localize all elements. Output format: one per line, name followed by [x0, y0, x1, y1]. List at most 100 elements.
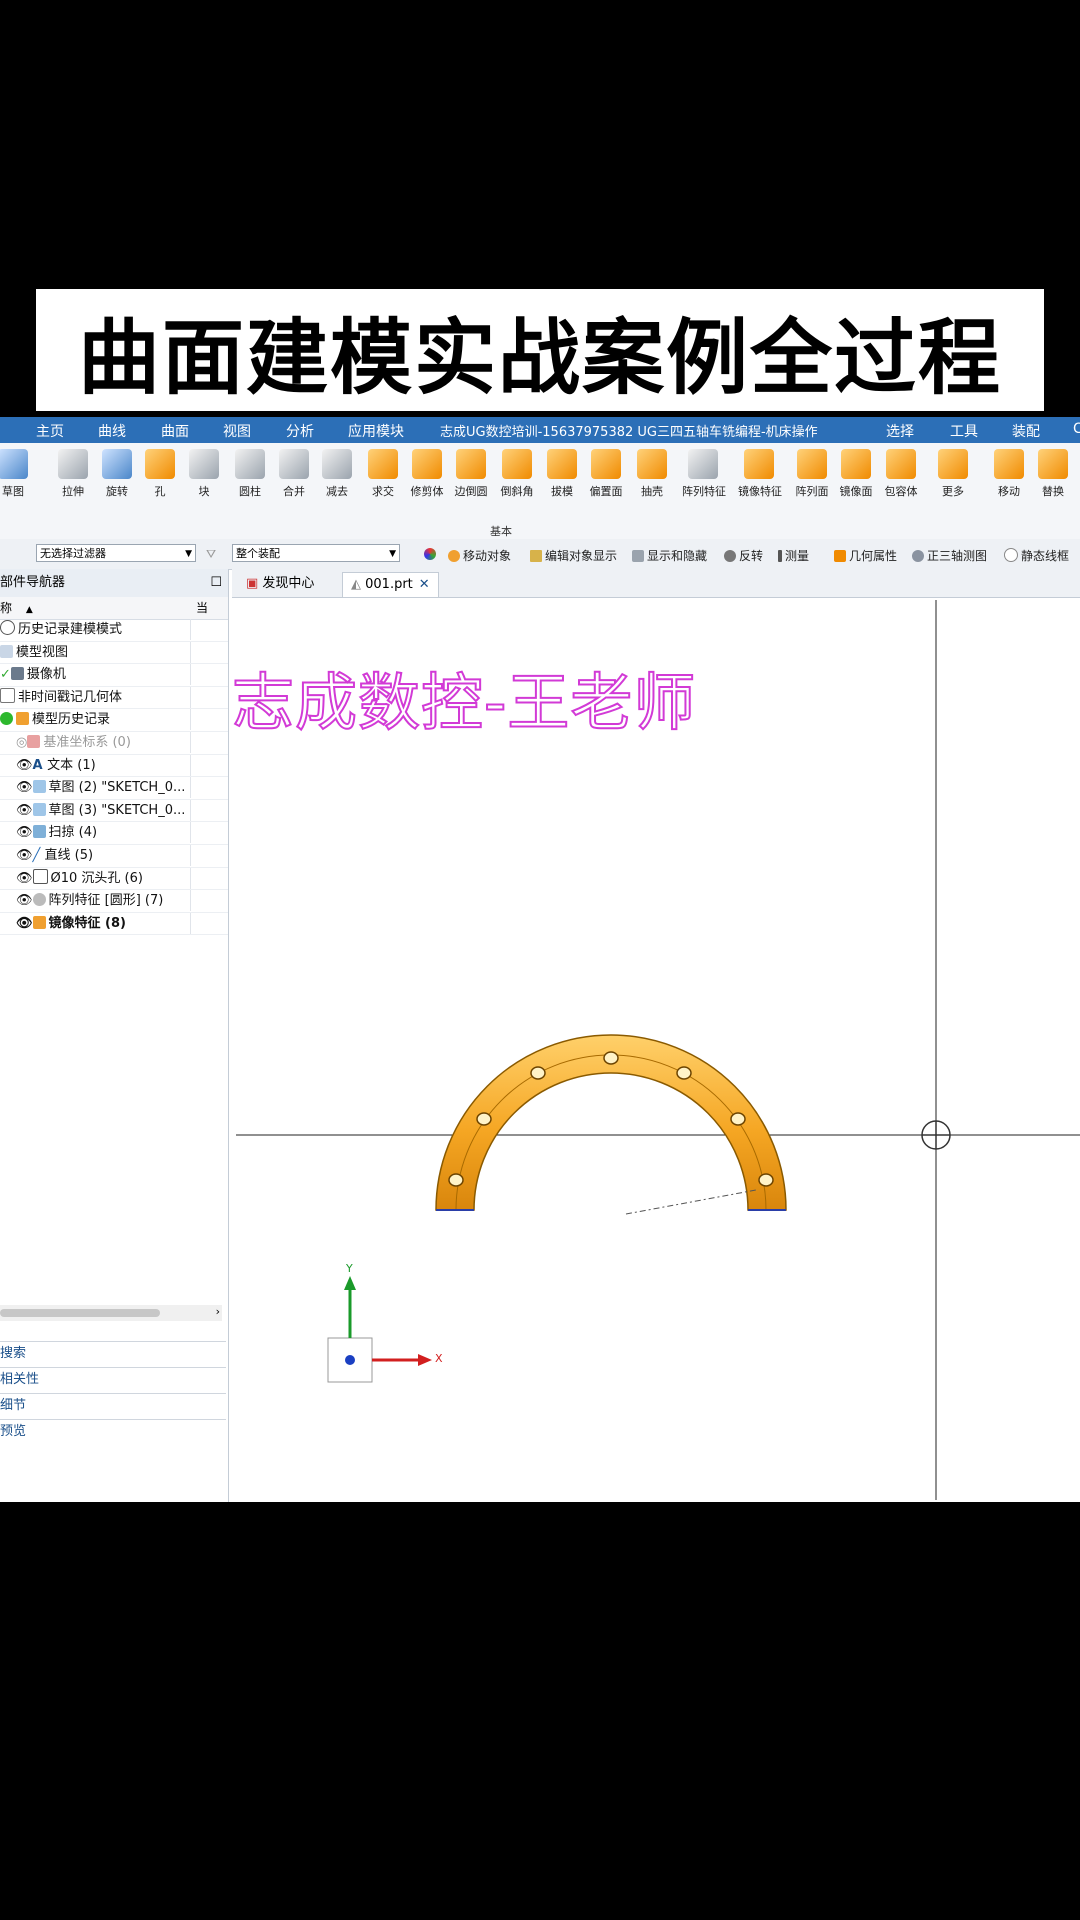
trimetric-view-button[interactable]: 正三轴测图	[912, 547, 987, 564]
tree-row[interactable]: 👁A 文本 (1)	[0, 754, 228, 778]
intersect-tool[interactable]: 求交	[362, 449, 404, 499]
scrollbar-thumb[interactable]	[0, 1309, 160, 1317]
tree-row[interactable]: 👁 阵列特征 [圆形] (7)	[0, 890, 228, 913]
cylinder-tool[interactable]: 圆柱	[229, 449, 271, 499]
menu-view[interactable]: 视图	[223, 421, 251, 441]
tree-row[interactable]: 👁 扫掠 (4)	[0, 822, 228, 845]
search-panel[interactable]: 搜索	[0, 1341, 226, 1366]
maximize-icon[interactable]: ☐	[210, 569, 222, 597]
preview-panel[interactable]: 预览	[0, 1419, 226, 1444]
tree-row[interactable]: 👁 草图 (3) "SKETCH_0...	[0, 799, 228, 823]
geometry-properties-button[interactable]: 几何属性	[834, 547, 897, 564]
trim-body-tool[interactable]: 修剪体	[406, 449, 448, 499]
replace-face-tool[interactable]: 替换	[1032, 449, 1074, 499]
tree-row[interactable]: 模型历史记录	[0, 709, 228, 732]
move-face-tool[interactable]: 移动	[988, 449, 1030, 499]
mirror-face-icon	[841, 449, 871, 479]
filter-funnel-icon[interactable]: ⛛	[206, 547, 216, 562]
mirror-face-tool[interactable]: 镜像面	[835, 449, 877, 499]
offset-face-icon	[591, 449, 621, 479]
invert-button[interactable]: 反转	[724, 547, 763, 564]
extrude-tool[interactable]: 拉伸	[52, 449, 94, 499]
measure-button[interactable]: 测量	[778, 547, 809, 564]
counterbore-hole	[476, 1112, 492, 1126]
chevron-right-icon[interactable]: ›	[216, 1305, 220, 1318]
tree-row[interactable]: 👁╱ 直线 (5)	[0, 844, 228, 868]
menu-select[interactable]: 选择	[886, 421, 914, 441]
mirror-icon	[32, 915, 46, 929]
unite-tool[interactable]: 合并	[273, 449, 315, 499]
revolve-icon	[102, 449, 132, 479]
dependencies-panel[interactable]: 相关性	[0, 1367, 226, 1392]
menu-curve[interactable]: 曲线	[98, 421, 126, 441]
menu-surface[interactable]: 曲面	[161, 421, 189, 441]
geometry-properties-icon	[834, 550, 846, 562]
bounding-body-tool[interactable]: 包容体	[880, 449, 922, 499]
sketch-tool[interactable]: 草图	[0, 449, 34, 499]
tab-discovery-center[interactable]: ▣ 发现中心	[238, 572, 322, 596]
eye-icon[interactable]: 👁	[16, 803, 33, 818]
line-icon: ╱	[32, 847, 45, 863]
eye-icon[interactable]: 👁	[16, 825, 33, 840]
view-triad	[327, 1276, 432, 1383]
tree-row[interactable]: ✓ 摄像机	[0, 664, 228, 687]
edge-blend-tool[interactable]: 边倒圆	[450, 449, 492, 499]
block-tool[interactable]: 块	[183, 449, 225, 499]
discovery-icon: ▣	[246, 576, 263, 591]
banner-title: 曲面建模实战案例全过程	[77, 309, 1002, 406]
show-hide-icon	[632, 550, 644, 562]
tree-row[interactable]: 模型视图	[0, 641, 228, 665]
pattern-face-tool[interactable]: 阵列面	[791, 449, 833, 499]
shell-tool[interactable]: 抽壳	[631, 449, 673, 499]
eye-icon[interactable]: 👁	[16, 758, 33, 773]
eye-icon[interactable]: 👁	[16, 848, 33, 863]
eye-icon[interactable]: ◎	[16, 735, 27, 750]
tree-row[interactable]: 👁 镜像特征 (8)	[0, 912, 228, 936]
tab-part-file[interactable]: ◭ 001.prt ✕	[342, 572, 439, 597]
pattern-feature-tool[interactable]: 阵列特征	[682, 449, 726, 499]
hole-icon	[145, 449, 175, 479]
tree-row[interactable]: 👁 Ø10 沉头孔 (6)	[0, 867, 228, 891]
tree-row[interactable]: ◎ 基准坐标系 (0)	[0, 731, 228, 755]
draft-tool[interactable]: 拔模	[541, 449, 583, 499]
scope-select[interactable]: 整个装配 ▼	[232, 544, 400, 562]
close-icon[interactable]: ✕	[419, 577, 430, 592]
eye-icon[interactable]: 👁	[16, 780, 33, 795]
revolve-tool[interactable]: 旋转	[96, 449, 138, 499]
document-tabs: ▣ 发现中心 ◭ 001.prt ✕	[232, 569, 1080, 598]
subtract-tool[interactable]: 减去	[316, 449, 358, 499]
tree-row[interactable]: 👁 草图 (2) "SKETCH_0...	[0, 777, 228, 800]
menu-assembly[interactable]: 装配	[1012, 421, 1040, 441]
chamfer-tool[interactable]: 倒斜角	[496, 449, 538, 499]
menu-tools[interactable]: 工具	[950, 421, 978, 441]
type-filter-select[interactable]: 无选择过滤器 ▼	[36, 544, 196, 562]
eye-icon[interactable]: 👁	[16, 893, 33, 908]
show-hide-button[interactable]: 显示和隐藏	[632, 547, 707, 564]
tree-row[interactable]: 非时间戳记几何体	[0, 686, 228, 710]
mirror-feature-tool[interactable]: 镜像特征	[738, 449, 782, 499]
triad-x-label: X	[435, 1352, 443, 1365]
navigator-horizontal-scrollbar[interactable]: ›	[0, 1305, 222, 1321]
sort-up-icon[interactable]: ▲	[26, 605, 33, 615]
edit-object-display-button[interactable]: 编辑对象显示	[530, 547, 617, 564]
extrude-icon	[58, 449, 88, 479]
menu-analysis[interactable]: 分析	[286, 421, 314, 441]
hole-tool[interactable]: 孔	[139, 449, 181, 499]
static-wireframe-button[interactable]: 静态线框	[1004, 547, 1069, 564]
offset-face-tool[interactable]: 偏置面	[585, 449, 627, 499]
eye-icon[interactable]: 👁	[16, 871, 33, 886]
menu-applications[interactable]: 应用模块	[348, 421, 404, 441]
color-wheel-button[interactable]	[424, 547, 439, 561]
more-tool[interactable]: 更多	[932, 449, 974, 499]
pattern-feature-icon	[688, 449, 718, 479]
details-panel[interactable]: 细节	[0, 1393, 226, 1418]
trim-body-icon	[412, 449, 442, 479]
centerline	[625, 1189, 757, 1215]
move-object-button[interactable]: 移动对象	[448, 547, 511, 564]
menu-more[interactable]: C	[1073, 421, 1080, 437]
tree-row[interactable]: 历史记录建模模式	[0, 619, 228, 642]
subtract-icon	[322, 449, 352, 479]
color-wheel-icon	[424, 548, 436, 560]
eye-icon[interactable]: 👁	[16, 916, 33, 931]
wireframe-icon	[1004, 548, 1018, 562]
